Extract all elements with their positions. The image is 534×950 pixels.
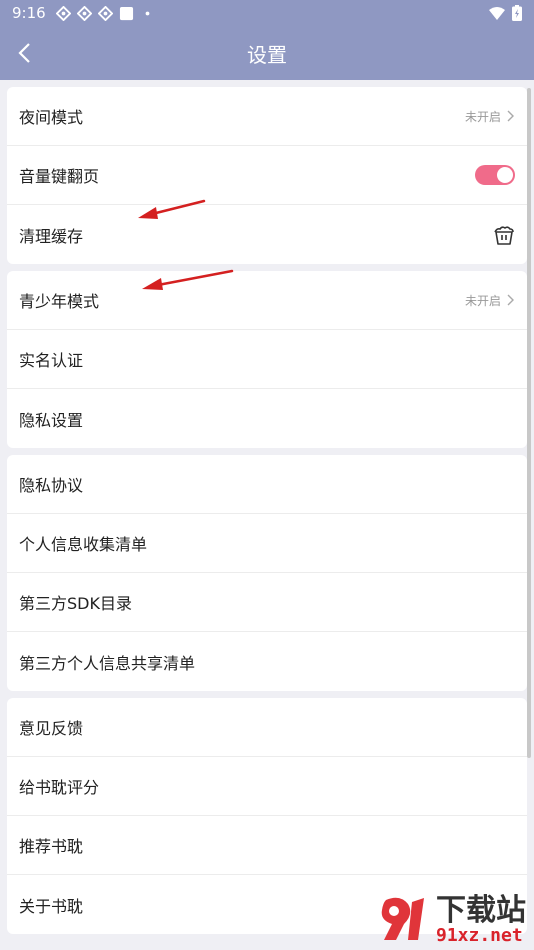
dot-icon <box>145 11 150 15</box>
status-bar: 9:16 <box>0 0 534 26</box>
square-notification-icon <box>119 6 133 20</box>
personal-info-collection-label: 个人信息收集清单 <box>19 535 148 554</box>
settings-group-account: 青少年模式 未开启 实名认证 隐私设置 <box>7 271 527 448</box>
feedback-row[interactable]: 意见反馈 <box>7 698 527 757</box>
volume-key-page-turn-label: 音量键翻页 <box>19 167 100 186</box>
app-notification-icon <box>55 5 71 21</box>
privacy-settings-label: 隐私设置 <box>19 410 84 430</box>
scrollbar[interactable] <box>527 88 531 758</box>
chevron-right-icon <box>507 110 514 122</box>
privacy-agreement-label: 隐私协议 <box>19 476 84 495</box>
teen-mode-row[interactable]: 青少年模式 未开启 <box>7 271 527 330</box>
settings-list: 夜间模式 未开启 音量键翻页 清理缓存 青少年模式 未开启 实名认证 隐私设置 … <box>0 80 534 934</box>
page-title: 设置 <box>247 42 287 67</box>
third-party-sharing-label: 第三方个人信息共享清单 <box>19 653 196 673</box>
app-header: 设置 <box>0 26 534 80</box>
volume-key-page-turn-row: 音量键翻页 <box>7 146 527 205</box>
third-party-sharing-row[interactable]: 第三方个人信息共享清单 <box>7 632 527 691</box>
privacy-settings-row[interactable]: 隐私设置 <box>7 389 527 448</box>
status-time: 9:16 <box>12 4 46 22</box>
third-party-sdk-row[interactable]: 第三方SDK目录 <box>7 573 527 632</box>
settings-group-legal: 隐私协议 个人信息收集清单 第三方SDK目录 第三方个人信息共享清单 <box>7 455 527 691</box>
toggle-knob <box>497 167 513 183</box>
clear-cache-label: 清理缓存 <box>19 226 84 246</box>
watermark-logo-icon <box>381 897 424 940</box>
rate-app-row[interactable]: 给书耽评分 <box>7 757 527 816</box>
clear-cache-row[interactable]: 清理缓存 <box>7 205 527 264</box>
night-mode-label: 夜间模式 <box>19 108 84 127</box>
feedback-label: 意见反馈 <box>19 719 84 738</box>
real-name-verification-label: 实名认证 <box>19 351 84 370</box>
battery-icon <box>512 5 522 21</box>
recommend-app-label: 推荐书耽 <box>19 837 84 856</box>
volume-key-page-turn-toggle[interactable] <box>475 165 515 185</box>
teen-mode-status: 未开启 <box>464 293 501 308</box>
personal-info-collection-row[interactable]: 个人信息收集清单 <box>7 514 527 573</box>
settings-group-display: 夜间模式 未开启 音量键翻页 清理缓存 <box>7 87 527 264</box>
about-app-label: 关于书耽 <box>19 896 84 916</box>
third-party-sdk-label: 第三方SDK目录 <box>19 594 132 613</box>
wifi-icon <box>489 6 505 20</box>
privacy-agreement-row[interactable]: 隐私协议 <box>7 455 527 514</box>
watermark-title: 下载站 <box>436 893 526 928</box>
rate-app-label: 给书耽评分 <box>19 778 100 797</box>
watermark: 下载站 91xz.net <box>378 894 526 946</box>
chevron-right-icon <box>507 294 514 306</box>
night-mode-row[interactable]: 夜间模式 未开启 <box>7 87 527 146</box>
app-notification-icon <box>76 5 92 21</box>
recommend-app-row[interactable]: 推荐书耽 <box>7 816 527 875</box>
app-notification-icon <box>97 5 113 21</box>
night-mode-status: 未开启 <box>464 109 501 124</box>
back-chevron-icon[interactable] <box>14 40 38 66</box>
trash-bin-icon <box>494 225 514 245</box>
teen-mode-label: 青少年模式 <box>19 292 100 311</box>
watermark-url: 91xz.net <box>436 925 523 946</box>
real-name-verification-row[interactable]: 实名认证 <box>7 330 527 389</box>
